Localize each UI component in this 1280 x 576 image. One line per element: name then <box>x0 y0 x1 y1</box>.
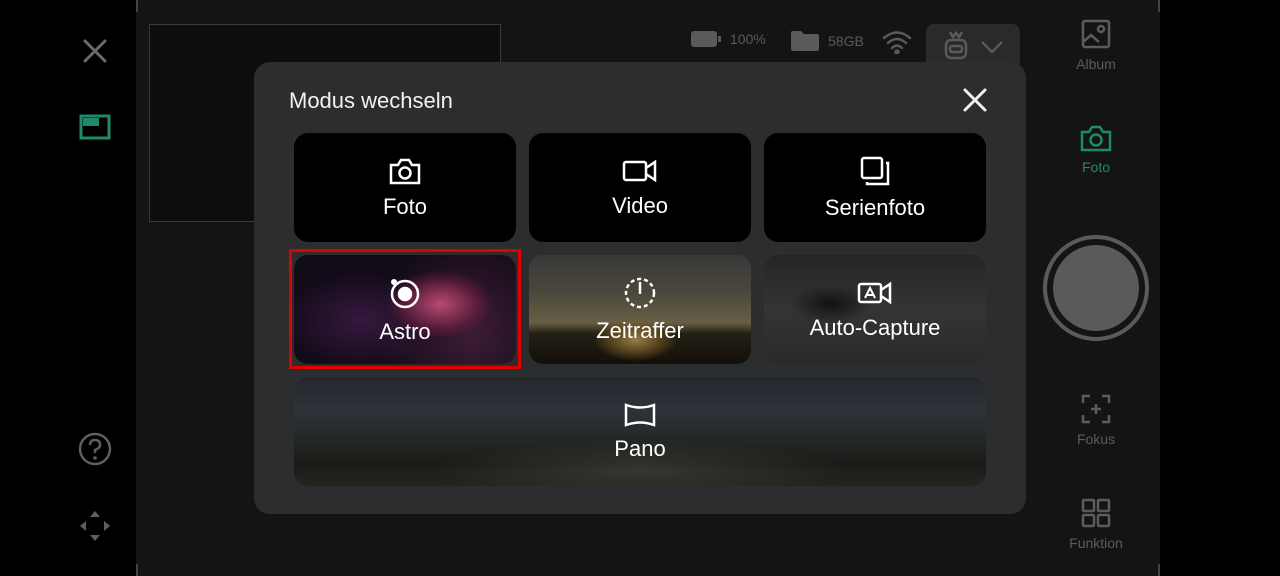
mode-label: Auto-Capture <box>809 314 941 340</box>
chevron-down-icon <box>981 41 1003 54</box>
function-button[interactable]: Funktion <box>1060 497 1132 551</box>
album-icon <box>1081 19 1111 49</box>
frame-corner <box>136 0 150 12</box>
right-toolbar <box>1160 0 1280 576</box>
fokus-label: Fokus <box>1076 431 1116 447</box>
picture-in-picture-icon[interactable] <box>78 110 112 144</box>
left-toolbar <box>0 0 136 576</box>
gimbal-robot-icon <box>944 30 968 60</box>
frame-corner <box>136 564 150 576</box>
move-arrows-icon[interactable] <box>76 507 114 545</box>
storage-status: 58GB <box>790 30 864 52</box>
battery-label: 100% <box>730 31 766 47</box>
mode-label: Serienfoto <box>824 194 926 220</box>
video-camera-icon <box>622 159 657 182</box>
close-icon[interactable] <box>78 34 112 68</box>
foto-label: Foto <box>1081 159 1110 175</box>
mode-tile-zeitraffer[interactable]: Zeitraffer <box>529 255 751 364</box>
mode-tile-auto-capture[interactable]: Auto-Capture <box>764 255 986 364</box>
photo-mode-button[interactable]: Foto <box>1060 123 1132 175</box>
mode-label: Foto <box>382 193 428 219</box>
mode-tile-serienfoto[interactable]: Serienfoto <box>764 133 986 242</box>
camera-icon <box>1080 125 1112 152</box>
mode-label: Pano <box>614 435 666 461</box>
help-icon[interactable] <box>76 430 114 468</box>
focus-button[interactable]: Fokus <box>1060 393 1132 447</box>
panorama-icon <box>624 402 656 427</box>
battery-status: 100% <box>690 30 766 48</box>
storage-label: 58GB <box>828 33 864 49</box>
mode-label: Astro <box>379 318 431 344</box>
astro-orbit-icon <box>390 278 420 308</box>
mode-tile-video[interactable]: Video <box>529 133 751 242</box>
battery-icon <box>691 31 721 47</box>
folder-icon <box>791 31 819 51</box>
dialog-close-icon[interactable] <box>959 84 991 116</box>
frame-corner <box>1146 564 1160 576</box>
mode-switch-dialog: Modus wechseln Foto Video Serienfoto Ast… <box>254 62 1026 514</box>
dialog-title: Modus wechseln <box>289 88 453 113</box>
wifi-icon <box>880 28 914 56</box>
mode-tile-pano[interactable]: Pano <box>294 377 986 486</box>
album-label: Album <box>1076 56 1116 72</box>
album-button[interactable]: Album <box>1060 18 1132 72</box>
mode-label: Zeitraffer <box>596 317 684 343</box>
frame-corner <box>1146 0 1160 12</box>
camera-icon <box>389 158 421 184</box>
shutter-button[interactable] <box>1043 235 1149 341</box>
focus-icon <box>1081 394 1111 424</box>
mode-tile-astro[interactable]: Astro <box>294 255 516 364</box>
auto-video-icon <box>857 281 892 304</box>
timelapse-dial-icon <box>624 277 656 308</box>
burst-icon <box>860 156 890 185</box>
mode-tile-foto[interactable]: Foto <box>294 133 516 242</box>
grid-icon <box>1081 498 1111 528</box>
mode-label: Video <box>612 192 668 218</box>
funktion-label: Funktion <box>1069 535 1123 551</box>
